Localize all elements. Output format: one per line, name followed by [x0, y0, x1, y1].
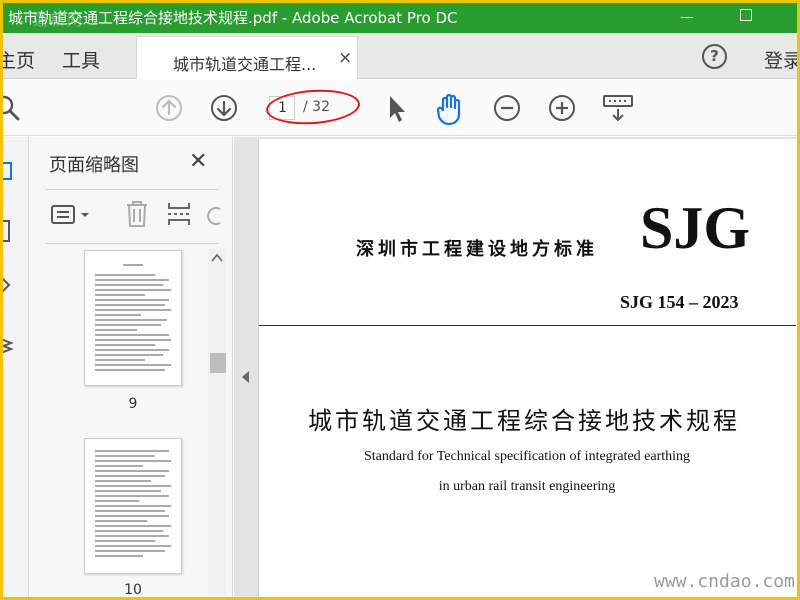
zoom-in-icon[interactable]: [548, 94, 576, 122]
insert-page-icon[interactable]: [166, 200, 192, 228]
search-icon[interactable]: [3, 94, 21, 122]
close-panel-button[interactable]: ✕: [189, 149, 207, 174]
document-title-chinese: 城市轨道交通工程综合接地技术规程: [308, 407, 740, 435]
maximize-button[interactable]: [740, 9, 752, 21]
hand-tool-icon[interactable]: [435, 92, 467, 126]
standard-code: SJG 154 – 2023: [620, 292, 739, 312]
thumbnail-text-lines: [95, 264, 171, 371]
pdf-page: 深圳市工程建设地方标准 SJG SJG 154 – 2023 城市轨道交通工程综…: [258, 139, 797, 597]
red-annotation-ellipse: [264, 86, 362, 128]
page-thumbnail-9[interactable]: [84, 250, 182, 386]
thumbnail-page-label-9: 9: [128, 396, 138, 412]
standard-logo: SJG: [640, 195, 751, 261]
select-cursor-icon[interactable]: [385, 94, 409, 124]
login-button[interactable]: 登录: [764, 46, 797, 73]
document-title-english-line-2: in urban rail transit engineering: [438, 479, 616, 494]
document-viewer: 深圳市工程建设地方标准 SJG SJG 154 – 2023 城市轨道交通工程综…: [234, 137, 797, 597]
panel-divider-2: [46, 243, 218, 244]
toolbar: 1 / 32: [3, 80, 797, 136]
scrollbar-thumb[interactable]: [210, 353, 226, 373]
thumbnail-options-icon[interactable]: [50, 203, 96, 227]
page-thumbnails-icon[interactable]: [3, 159, 27, 185]
menu-bar: 主页 工具 城市轨道交通工程... × ? 登录: [3, 33, 797, 79]
site-watermark: 道新网: [33, 11, 85, 29]
menu-home[interactable]: 主页: [3, 46, 35, 73]
issuing-organization: 深圳市工程建设地方标准: [356, 239, 598, 260]
attachments-icon[interactable]: [3, 273, 27, 299]
close-tab-button[interactable]: ×: [338, 48, 352, 68]
thumbnail-text-lines: [95, 450, 171, 557]
prev-page-icon[interactable]: [155, 94, 183, 122]
document-tab[interactable]: 城市轨道交通工程... ×: [136, 36, 358, 79]
scroll-up-icon[interactable]: [211, 253, 223, 263]
title-bar: 城市轨道交通工程综合接地技术规程.pdf - Adobe Acrobat Pro…: [3, 3, 797, 33]
document-tab-label: 城市轨道交通工程...: [173, 55, 317, 74]
thumbnail-page-label-10: 10: [124, 582, 142, 597]
zoom-out-icon[interactable]: [493, 94, 521, 122]
panel-divider: [46, 189, 218, 190]
left-navigation-rail: [3, 137, 29, 597]
document-title-english-line-1: Standard for Technical specification of …: [363, 449, 691, 464]
site-url-watermark: www.cndao.com: [654, 571, 795, 592]
minimize-button[interactable]: [681, 17, 693, 18]
help-icon[interactable]: ?: [702, 44, 727, 69]
thumbnail-scrollbar[interactable]: [208, 249, 226, 595]
rotate-page-icon[interactable]: [206, 203, 226, 227]
keyboard-scroll-icon[interactable]: [602, 94, 634, 124]
page-thumbnail-10[interactable]: [84, 438, 182, 574]
next-page-icon[interactable]: [210, 94, 238, 122]
panel-title: 页面缩略图: [49, 155, 139, 176]
acrobat-window: 城市轨道交通工程综合接地技术规程.pdf - Adobe Acrobat Pro…: [3, 3, 797, 597]
bookmarks-icon[interactable]: [3, 219, 27, 245]
menu-tools[interactable]: 工具: [62, 46, 100, 73]
collapse-panel-icon[interactable]: [242, 371, 249, 383]
delete-page-icon[interactable]: [124, 200, 150, 228]
header-rule: [259, 325, 796, 326]
layers-icon[interactable]: [3, 333, 27, 359]
page-thumbnails-panel: 页面缩略图 ✕ 9 10: [30, 137, 233, 597]
